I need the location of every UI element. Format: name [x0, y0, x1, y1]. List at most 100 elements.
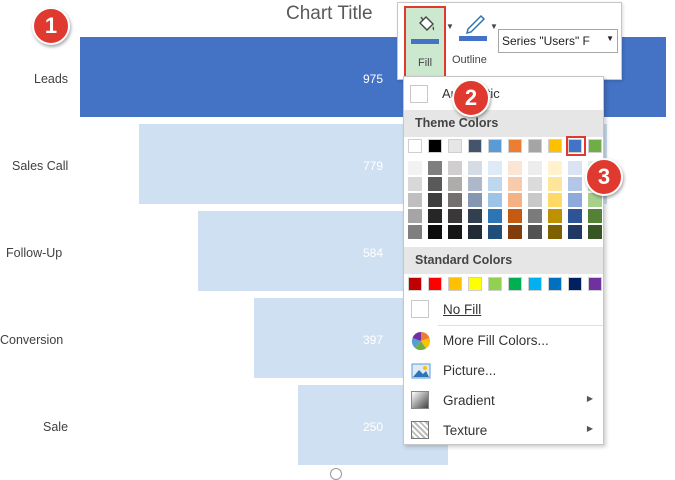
theme-tint-swatch[interactable]: [408, 177, 422, 191]
bar-value-label: 397: [362, 333, 384, 347]
selected-swatch-highlight: [566, 136, 586, 156]
picture-icon: [411, 363, 431, 379]
no-fill-item[interactable]: No Fill: [404, 295, 603, 325]
gradient-item[interactable]: Gradient ▶: [404, 386, 603, 416]
outline-color-swatch: [459, 36, 487, 41]
fill-dropdown-chevron-down-icon[interactable]: ▼: [446, 22, 454, 31]
theme-tint-swatch[interactable]: [568, 193, 582, 207]
theme-tint-swatch[interactable]: [528, 209, 542, 223]
outline-dropdown-chevron-down-icon[interactable]: ▼: [490, 22, 498, 31]
theme-tint-swatch[interactable]: [448, 193, 462, 207]
theme-tint-swatch[interactable]: [508, 193, 522, 207]
theme-tint-swatch[interactable]: [568, 209, 582, 223]
theme-tint-swatch[interactable]: [548, 225, 562, 239]
bar-value-label: 250: [362, 420, 384, 434]
standard-color-swatch[interactable]: [548, 277, 562, 291]
standard-color-swatch[interactable]: [508, 277, 522, 291]
theme-tint-swatch[interactable]: [408, 209, 422, 223]
theme-tint-swatch[interactable]: [468, 177, 482, 191]
picture-item[interactable]: Picture...: [404, 356, 603, 386]
automatic-swatch: [410, 85, 428, 103]
chart-title[interactable]: Chart Title: [286, 3, 373, 25]
standard-color-swatch[interactable]: [568, 277, 582, 291]
theme-tint-swatch[interactable]: [408, 225, 422, 239]
theme-tint-swatch[interactable]: [428, 209, 442, 223]
theme-tint-swatch[interactable]: [528, 161, 542, 175]
theme-tint-swatch[interactable]: [528, 225, 542, 239]
theme-tint-swatch[interactable]: [488, 193, 502, 207]
standard-color-swatch[interactable]: [468, 277, 482, 291]
resize-handle[interactable]: [330, 468, 342, 480]
fill-label: Fill: [417, 57, 433, 69]
theme-tint-swatch[interactable]: [428, 161, 442, 175]
theme-color-swatch[interactable]: [468, 139, 482, 153]
theme-tint-swatch[interactable]: [468, 193, 482, 207]
theme-tint-swatch[interactable]: [508, 161, 522, 175]
standard-color-swatch[interactable]: [488, 277, 502, 291]
theme-tint-swatch[interactable]: [448, 161, 462, 175]
no-fill-icon: [411, 300, 429, 318]
theme-tint-swatch[interactable]: [448, 177, 462, 191]
standard-color-swatch[interactable]: [408, 277, 422, 291]
theme-tint-swatch[interactable]: [448, 209, 462, 223]
theme-colors-header: Theme Colors: [404, 110, 603, 137]
fill-color-menu: Automatic Theme Colors Standard Colors N…: [403, 76, 604, 445]
theme-color-swatch[interactable]: [448, 139, 462, 153]
theme-tint-swatch[interactable]: [468, 161, 482, 175]
theme-tint-swatch[interactable]: [528, 193, 542, 207]
theme-color-swatch[interactable]: [428, 139, 442, 153]
gradient-label: Gradient: [443, 393, 495, 408]
theme-tint-swatch[interactable]: [568, 177, 582, 191]
theme-tint-swatch[interactable]: [488, 225, 502, 239]
theme-tint-swatch[interactable]: [408, 161, 422, 175]
theme-color-swatch[interactable]: [588, 139, 602, 153]
standard-color-swatch[interactable]: [448, 277, 462, 291]
theme-color-swatch[interactable]: [408, 139, 422, 153]
theme-tint-swatch[interactable]: [508, 209, 522, 223]
bar-value-label: 975: [362, 72, 384, 86]
category-label: Leads: [34, 72, 69, 86]
picture-label: Picture...: [443, 363, 497, 378]
theme-tint-swatch[interactable]: [428, 193, 442, 207]
theme-tint-swatch[interactable]: [428, 177, 442, 191]
automatic-option[interactable]: Automatic: [404, 81, 603, 107]
fill-button[interactable]: Fill: [404, 6, 446, 78]
standard-color-swatch[interactable]: [588, 277, 602, 291]
theme-tint-swatch[interactable]: [508, 177, 522, 191]
theme-tint-swatch[interactable]: [468, 225, 482, 239]
series-select[interactable]: Series "Users" F ▼: [498, 29, 618, 53]
theme-tint-swatch[interactable]: [448, 225, 462, 239]
theme-color-swatch[interactable]: [508, 139, 522, 153]
theme-tint-swatch[interactable]: [468, 209, 482, 223]
category-label: Sale: [43, 420, 69, 434]
step-badge-3: 3: [585, 158, 623, 196]
theme-color-swatch[interactable]: [528, 139, 542, 153]
theme-tint-swatch[interactable]: [528, 177, 542, 191]
outline-label: Outline: [452, 54, 487, 66]
texture-item[interactable]: Texture ▶: [404, 416, 603, 446]
more-fill-colors-item[interactable]: More Fill Colors...: [404, 326, 603, 356]
theme-tint-swatch[interactable]: [548, 177, 562, 191]
series-select-value: Series "Users" F: [502, 34, 590, 48]
theme-tint-swatch[interactable]: [568, 225, 582, 239]
theme-tint-swatch[interactable]: [488, 209, 502, 223]
theme-tint-swatch[interactable]: [488, 161, 502, 175]
theme-color-swatch[interactable]: [488, 139, 502, 153]
standard-color-swatch[interactable]: [528, 277, 542, 291]
bar-value-label: 584: [362, 246, 384, 260]
theme-tint-swatch[interactable]: [488, 177, 502, 191]
theme-tint-swatch[interactable]: [588, 225, 602, 239]
theme-tint-swatch[interactable]: [428, 225, 442, 239]
outline-button[interactable]: Outline: [452, 11, 494, 73]
theme-tint-swatch[interactable]: [508, 225, 522, 239]
standard-color-swatch[interactable]: [428, 277, 442, 291]
theme-tint-swatch[interactable]: [568, 161, 582, 175]
theme-tint-swatch[interactable]: [548, 161, 562, 175]
theme-tint-swatch[interactable]: [548, 193, 562, 207]
chevron-right-icon: ▶: [586, 424, 593, 433]
theme-tint-swatch[interactable]: [588, 209, 602, 223]
theme-color-swatch[interactable]: [548, 139, 562, 153]
color-wheel-icon: [411, 332, 431, 351]
theme-tint-swatch[interactable]: [548, 209, 562, 223]
theme-tint-swatch[interactable]: [408, 193, 422, 207]
